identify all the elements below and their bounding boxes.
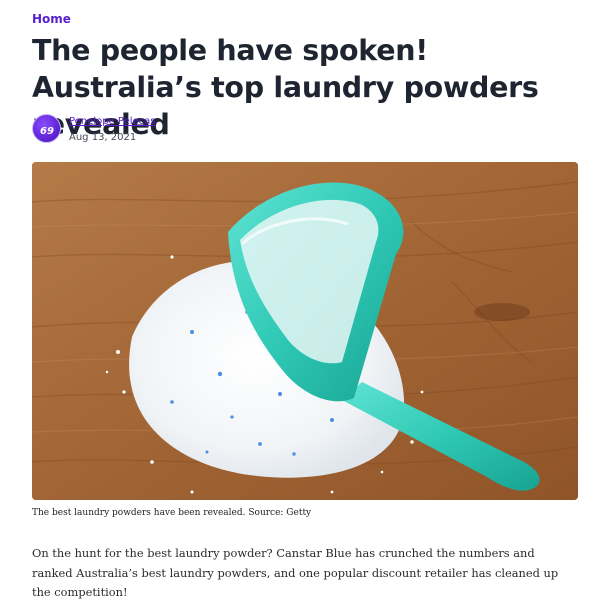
author-name-link[interactable]: Penelope Pelecas bbox=[69, 116, 155, 127]
image-caption: The best laundry powders have been revea… bbox=[32, 508, 312, 518]
avatar-logo-icon: 69 bbox=[40, 126, 54, 136]
article-intro: On the hunt for the best laundry powder?… bbox=[32, 546, 559, 599]
laundry-powder-scoop-image bbox=[32, 162, 578, 500]
breadcrumb-home-link[interactable]: Home bbox=[32, 12, 71, 26]
hero-image bbox=[32, 162, 578, 500]
author-avatar[interactable]: 69 bbox=[32, 114, 61, 143]
svg-text:69: 69 bbox=[40, 126, 54, 136]
publish-date: Aug 13, 2021 bbox=[69, 132, 137, 143]
